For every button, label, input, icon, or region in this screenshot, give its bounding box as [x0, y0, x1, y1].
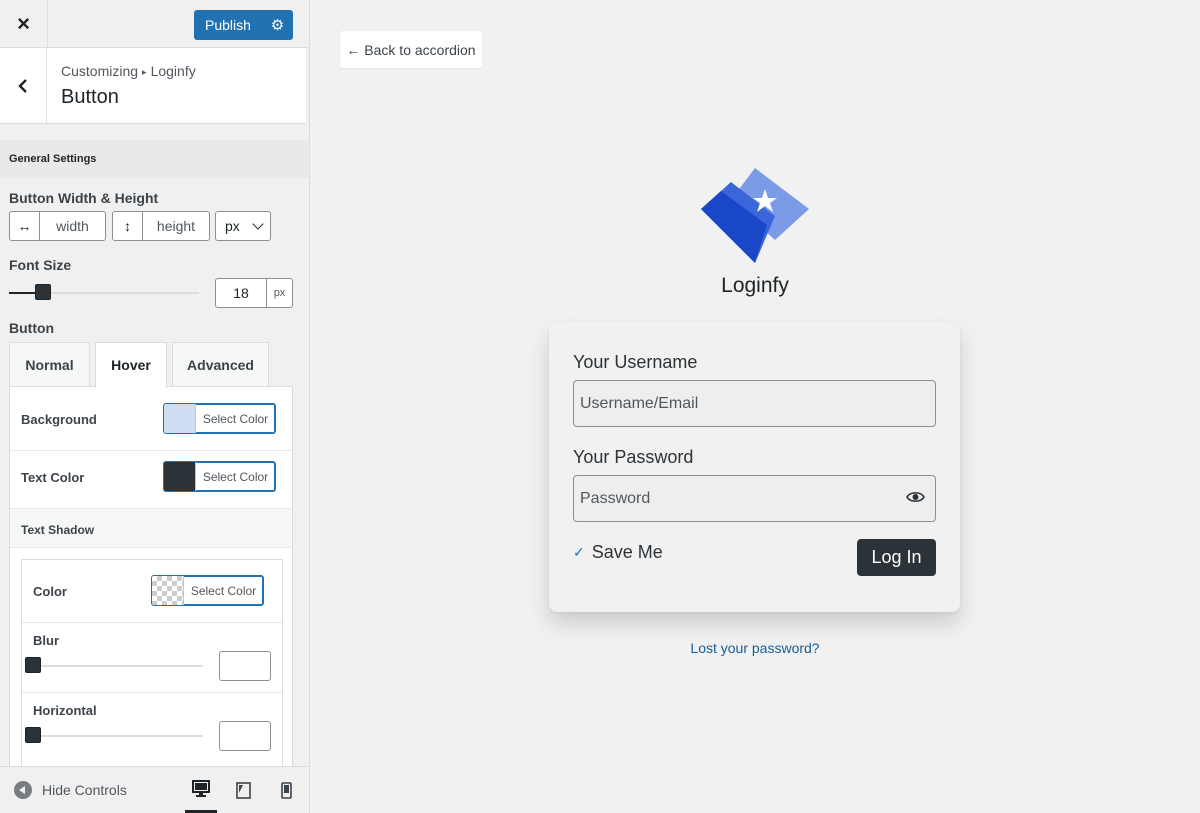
- back-button[interactable]: [0, 48, 47, 123]
- mobile-preview-button[interactable]: [270, 767, 302, 813]
- text-shadow-heading: Text Shadow: [10, 508, 292, 548]
- section-title: Button: [61, 86, 119, 108]
- blur-slider-track[interactable]: [33, 665, 203, 667]
- chevron-left-icon: [18, 78, 27, 93]
- width-input[interactable]: width: [40, 212, 105, 240]
- height-arrows-icon: ↕: [113, 212, 143, 240]
- username-input[interactable]: Username/Email: [573, 380, 936, 427]
- hover-tab-panel: Background Select Color Text Color Selec…: [9, 386, 293, 779]
- login-button[interactable]: Log In: [857, 539, 936, 576]
- close-icon: ×: [17, 11, 30, 36]
- customizer-sidebar: × Publish ⚙ Customizing ▸ Loginfy Button G…: [0, 0, 310, 813]
- publish-button[interactable]: Publish: [194, 17, 262, 33]
- breadcrumb: Customizing ▸ Loginfy: [61, 63, 196, 79]
- username-label: Your Username: [573, 352, 698, 372]
- tab-normal[interactable]: Normal: [9, 342, 90, 387]
- unit-select[interactable]: px: [215, 211, 271, 241]
- horizontal-label: Horizontal: [33, 703, 97, 718]
- divider: [22, 692, 282, 693]
- horizontal-input[interactable]: [219, 721, 271, 751]
- remember-me-checkbox[interactable]: ✓ Save Me: [573, 542, 663, 563]
- button-size-label: Button Width & Height: [9, 190, 159, 206]
- section-header: Customizing ▸ Loginfy Button: [0, 48, 306, 124]
- tab-advanced[interactable]: Advanced: [172, 342, 269, 387]
- unit-select-value: px: [225, 218, 240, 234]
- hide-controls-label: Hide Controls: [42, 782, 127, 798]
- blur-input[interactable]: [219, 651, 271, 681]
- hide-controls-button[interactable]: Hide Controls: [14, 781, 127, 799]
- collapse-arrow-icon: [14, 781, 32, 799]
- chevron-down-icon: [252, 218, 264, 230]
- font-size-field[interactable]: 18 px: [215, 278, 293, 308]
- font-size-input[interactable]: 18: [216, 279, 267, 307]
- height-input[interactable]: height: [143, 212, 209, 240]
- lost-password-link[interactable]: Lost your password?: [655, 640, 855, 656]
- general-settings-heading: General Settings: [0, 140, 309, 178]
- shadow-color-button[interactable]: Select Color: [151, 575, 264, 606]
- checkmark-icon: ✓: [573, 544, 585, 560]
- breadcrumb-prefix: Customizing: [61, 63, 139, 79]
- password-input[interactable]: Password: [573, 475, 936, 522]
- width-arrows-icon: ↔: [10, 212, 40, 240]
- width-field[interactable]: ↔ width: [9, 211, 106, 241]
- blur-label: Blur: [33, 633, 59, 648]
- height-field[interactable]: ↕ height: [112, 211, 210, 241]
- desktop-preview-button[interactable]: [185, 767, 217, 813]
- tab-hover[interactable]: Hover: [95, 342, 167, 388]
- remember-me-label: Save Me: [591, 542, 663, 562]
- font-size-slider-thumb[interactable]: [35, 284, 51, 300]
- text-color-swatch: [164, 462, 196, 491]
- eye-icon[interactable]: [906, 490, 925, 504]
- password-placeholder: Password: [580, 489, 651, 507]
- login-form: Your Username Username/Email Your Passwo…: [549, 322, 960, 612]
- desktop-icon: [192, 780, 210, 797]
- background-color-button-label: Select Color: [202, 411, 269, 426]
- customizer-topbar: × Publish ⚙: [0, 0, 309, 48]
- background-color-button[interactable]: Select Color: [163, 403, 276, 434]
- background-label: Background: [21, 412, 97, 427]
- mobile-icon: [280, 782, 292, 799]
- publish-button-group: Publish ⚙: [194, 10, 293, 40]
- blur-slider-thumb[interactable]: [25, 657, 41, 673]
- horizontal-slider-track[interactable]: [33, 735, 203, 737]
- site-preview: ← Back to accordion Loginfy Your Usernam…: [310, 0, 1200, 813]
- background-color-swatch: [164, 404, 196, 433]
- divider: [10, 450, 292, 451]
- back-to-accordion-link[interactable]: ← Back to accordion: [340, 31, 482, 68]
- text-color-label: Text Color: [21, 470, 85, 485]
- divider: [22, 622, 282, 623]
- breadcrumb-current: Loginfy: [150, 63, 196, 79]
- horizontal-slider-thumb[interactable]: [25, 727, 41, 743]
- publish-settings-icon[interactable]: ⚙: [262, 10, 293, 40]
- customizer-footer: Hide Controls: [0, 766, 309, 813]
- font-size-label: Font Size: [9, 257, 72, 273]
- password-label: Your Password: [573, 447, 694, 467]
- tablet-preview-button[interactable]: [227, 767, 259, 813]
- text-color-button[interactable]: Select Color: [163, 461, 276, 492]
- loginfy-logo-icon: [701, 168, 809, 263]
- brand-name: Loginfy: [721, 274, 789, 297]
- text-shadow-panel: Color Select Color Blur Horizontal: [21, 559, 283, 779]
- tablet-icon: [235, 782, 251, 799]
- shadow-color-swatch: [152, 576, 184, 605]
- button-group-label: Button: [9, 320, 55, 336]
- shadow-color-label: Color: [33, 584, 67, 599]
- font-size-unit: px: [273, 287, 286, 299]
- text-color-button-label: Select Color: [202, 469, 269, 484]
- shadow-color-button-label: Select Color: [190, 583, 257, 598]
- close-customizer-button[interactable]: ×: [0, 0, 48, 48]
- breadcrumb-arrow-icon: ▸: [142, 67, 147, 77]
